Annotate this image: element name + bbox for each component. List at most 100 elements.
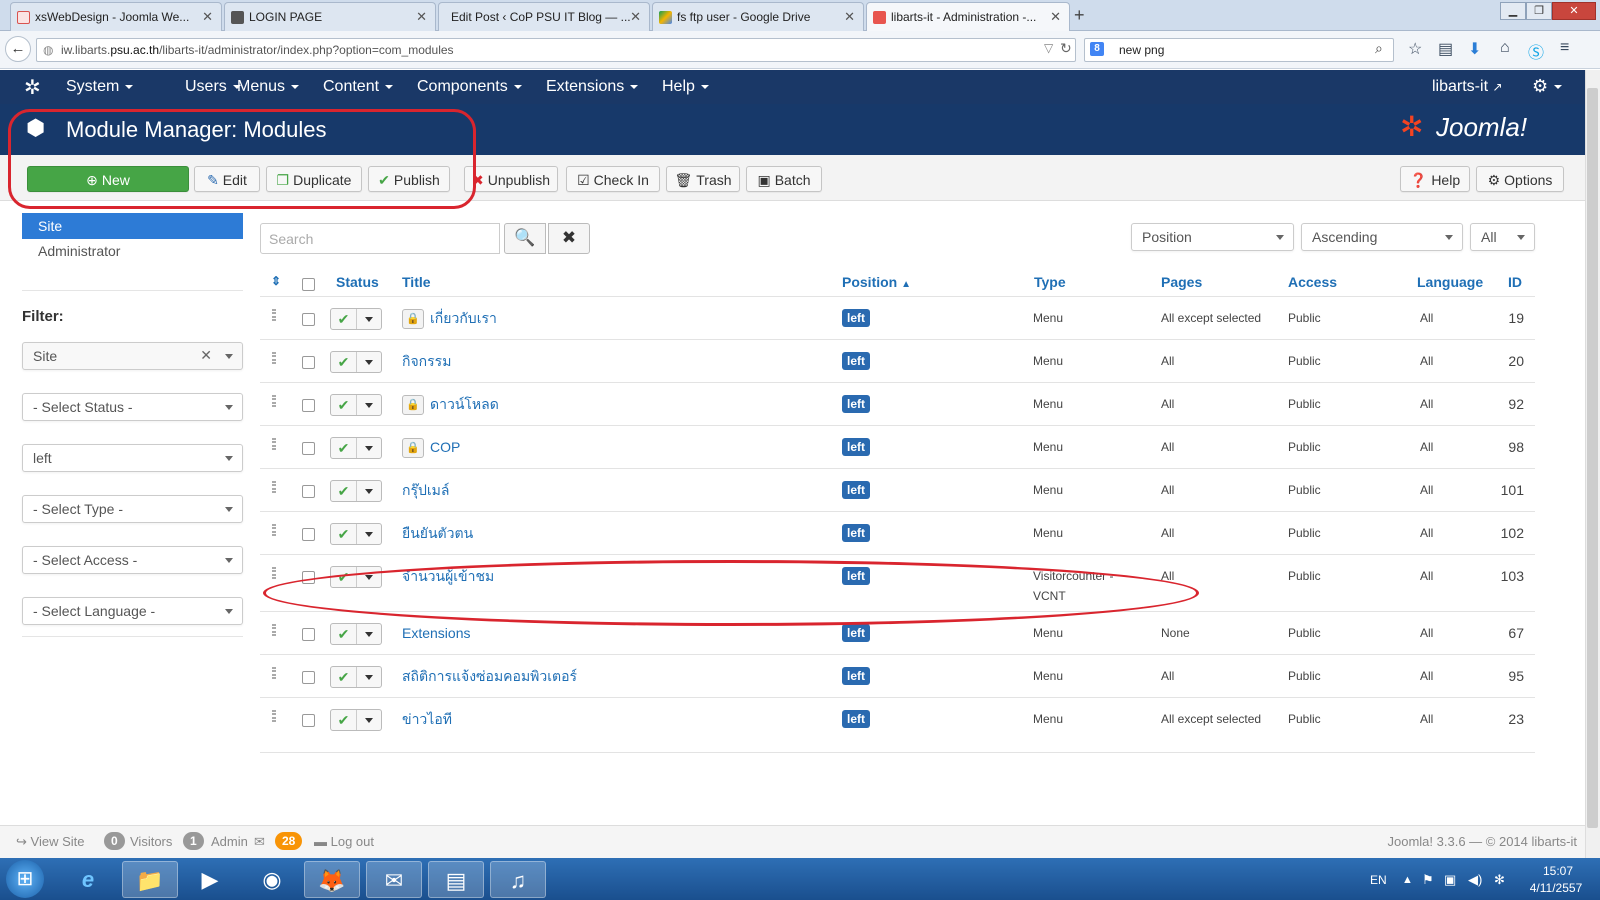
dropdown-arrow-icon[interactable]: ▽	[1044, 41, 1053, 55]
close-tab-icon[interactable]: ✕	[416, 9, 427, 25]
ordering-sort-icon[interactable]: ⇕	[271, 274, 281, 288]
column-header-status[interactable]: Status	[336, 274, 379, 290]
view-site-link[interactable]: ↪ View Site	[16, 834, 85, 850]
module-title-link[interactable]: สถิติการแจ้งซ่อมคอมพิวเตอร์	[402, 666, 577, 686]
column-header-access[interactable]: Access	[1288, 274, 1337, 290]
drag-handle-icon[interactable]	[272, 624, 276, 636]
site-name-link[interactable]: libarts-it ↗	[1432, 78, 1503, 96]
envelope-icon[interactable]: ✉	[254, 834, 265, 850]
column-header-id[interactable]: ID	[1508, 274, 1522, 290]
status-toggle[interactable]: ✔	[330, 523, 382, 545]
clear-x-icon[interactable]: ✕	[200, 347, 212, 364]
row-checkbox[interactable]	[302, 399, 315, 412]
menu-menus[interactable]: Menus	[237, 78, 300, 96]
bluetooth-icon[interactable]: ✻	[1494, 872, 1505, 888]
column-header-pages[interactable]: Pages	[1161, 274, 1202, 290]
clock-date[interactable]: 4/11/2557	[1520, 881, 1592, 895]
caret-down-icon[interactable]	[365, 360, 373, 365]
published-check-icon[interactable]: ✔	[331, 481, 357, 501]
status-filter-select[interactable]: - Select Status -	[22, 393, 243, 421]
module-title-link[interactable]: ยืนยันตัวตน	[402, 523, 473, 543]
drag-handle-icon[interactable]	[272, 524, 276, 536]
published-check-icon[interactable]: ✔	[331, 667, 357, 687]
type-filter-select[interactable]: - Select Type -	[22, 495, 243, 523]
chrome-icon[interactable]: ◉	[244, 861, 300, 898]
published-check-icon[interactable]: ✔	[331, 524, 357, 544]
drag-handle-icon[interactable]	[272, 352, 276, 364]
notepad-icon[interactable]: ▤	[428, 861, 484, 898]
batch-button[interactable]: ▣ Batch	[746, 166, 822, 192]
checked-out-lock-icon[interactable]: 🔒	[402, 438, 424, 458]
itunes-icon[interactable]: ♫	[490, 861, 546, 898]
status-toggle[interactable]: ✔	[330, 709, 382, 731]
list-limit-select[interactable]: All	[1470, 223, 1535, 251]
published-check-icon[interactable]: ✔	[331, 352, 357, 372]
caret-down-icon[interactable]	[365, 718, 373, 723]
home-icon[interactable]: ⌂	[1500, 39, 1510, 57]
caret-down-icon[interactable]	[365, 317, 373, 322]
module-title-link[interactable]: กรุ๊ปเมล์	[402, 480, 449, 500]
unpublish-button[interactable]: ✖ Unpublish	[464, 166, 558, 192]
module-title-link[interactable]: เกี่ยวกับเรา	[430, 308, 497, 328]
caret-down-icon[interactable]	[365, 532, 373, 537]
status-toggle[interactable]: ✔	[330, 437, 382, 459]
close-tab-icon[interactable]: ✕	[844, 9, 855, 25]
browser-tab-3[interactable]: Edit Post ‹ CoP PSU IT Blog — ... ✕	[438, 2, 650, 31]
menu-users[interactable]: Users	[185, 78, 241, 96]
hamburger-menu-icon[interactable]: ≡	[1560, 39, 1569, 57]
media-player-icon[interactable]: ▶	[182, 861, 238, 898]
column-header-title[interactable]: Title	[402, 274, 431, 290]
module-title-link[interactable]: ดาวน์โหลด	[430, 394, 499, 414]
status-toggle[interactable]: ✔	[330, 623, 382, 645]
close-tab-icon[interactable]: ✕	[202, 9, 213, 25]
module-title-link[interactable]: COP	[430, 437, 460, 457]
reload-icon[interactable]: ↻	[1060, 40, 1072, 57]
checked-out-lock-icon[interactable]: 🔒	[402, 309, 424, 329]
module-title-link[interactable]: ข่าวไอที	[402, 709, 452, 729]
volume-icon[interactable]: ◀)	[1468, 872, 1482, 888]
position-filter-select[interactable]: left	[22, 444, 243, 472]
caret-down-icon[interactable]	[365, 675, 373, 680]
check-all-checkbox[interactable]	[302, 278, 315, 291]
browser-tab-2[interactable]: LOGIN PAGE ✕	[224, 2, 436, 31]
row-checkbox[interactable]	[302, 485, 315, 498]
status-toggle[interactable]: ✔	[330, 480, 382, 502]
row-checkbox[interactable]	[302, 356, 315, 369]
check-in-button[interactable]: ☑ Check In	[566, 166, 660, 192]
published-check-icon[interactable]: ✔	[331, 309, 357, 329]
clock-time[interactable]: 15:07	[1528, 864, 1588, 878]
module-title-link[interactable]: กิจกรรม	[402, 351, 451, 371]
logout-link[interactable]: ▬ Log out	[314, 834, 374, 849]
google-search-engine-icon[interactable]: 8	[1090, 42, 1104, 56]
messages-count-badge[interactable]: 28	[275, 832, 303, 850]
module-title-link[interactable]: Extensions	[402, 623, 470, 643]
language-filter-select[interactable]: - Select Language -	[22, 597, 243, 625]
close-tab-icon[interactable]: ✕	[1050, 9, 1061, 25]
reading-list-icon[interactable]: ▤	[1438, 39, 1453, 59]
menu-help[interactable]: Help	[662, 78, 709, 96]
drag-handle-icon[interactable]	[272, 309, 276, 321]
status-toggle[interactable]: ✔	[330, 394, 382, 416]
sort-order-select[interactable]: Ascending	[1301, 223, 1463, 251]
bookmark-star-icon[interactable]: ☆	[1408, 39, 1422, 59]
trash-button[interactable]: 🗑 Trash	[666, 166, 740, 192]
drag-handle-icon[interactable]	[272, 395, 276, 407]
column-header-position[interactable]: Position ▲	[842, 274, 911, 290]
drag-handle-icon[interactable]	[272, 710, 276, 722]
skype-icon[interactable]: Ⓢ	[1528, 39, 1544, 63]
back-arrow-icon[interactable]: ←	[5, 36, 31, 62]
internet-explorer-icon[interactable]: e	[60, 861, 116, 898]
sidebar-item-site[interactable]: Site	[22, 213, 243, 239]
scrollbar-thumb[interactable]	[1587, 88, 1598, 828]
status-toggle[interactable]: ✔	[330, 351, 382, 373]
published-check-icon[interactable]: ✔	[331, 624, 357, 644]
row-checkbox[interactable]	[302, 442, 315, 455]
menu-content[interactable]: Content	[323, 78, 394, 96]
action-center-flag-icon[interactable]: ⚑	[1422, 872, 1434, 888]
address-bar[interactable]: iw.libarts.psu.ac.th/libarts-it/administ…	[36, 38, 1076, 62]
menu-system[interactable]: System	[66, 78, 134, 96]
joomla-logo-icon[interactable]: ✲	[24, 75, 41, 100]
published-check-icon[interactable]: ✔	[331, 395, 357, 415]
windows-start-icon[interactable]: ⊞	[6, 860, 44, 898]
caret-down-icon[interactable]	[365, 632, 373, 637]
